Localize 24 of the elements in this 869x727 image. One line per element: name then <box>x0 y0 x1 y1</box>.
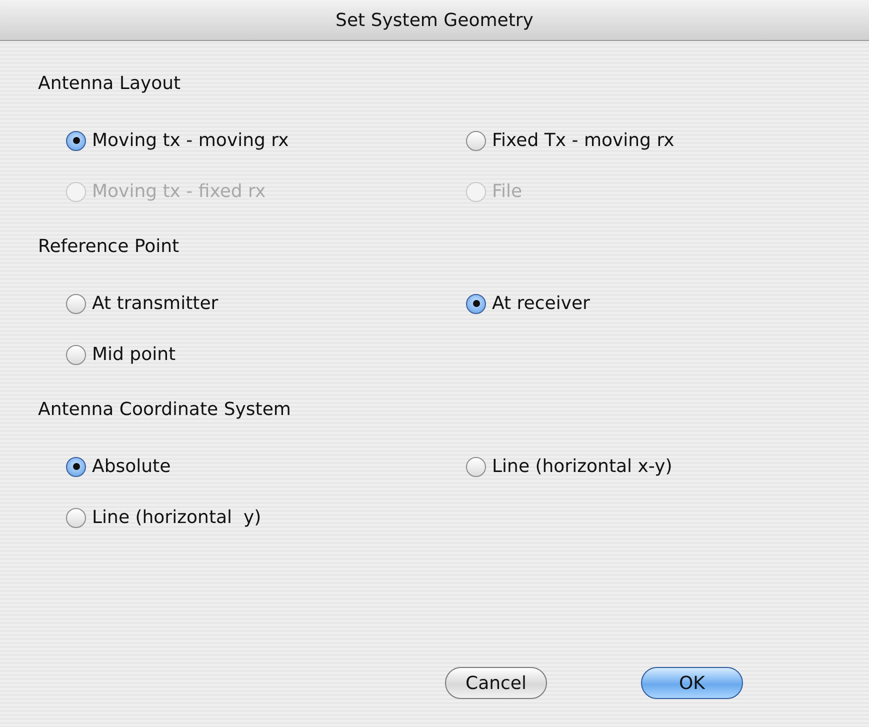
radio-label: Absolute <box>92 456 171 477</box>
radio-label: Mid point <box>92 344 176 365</box>
radio-label: File <box>492 181 522 202</box>
radio-button[interactable] <box>466 456 486 476</box>
radio-label: Line (horizontal y) <box>92 507 262 528</box>
section-label: Antenna Coordinate System <box>38 399 291 420</box>
radio-label: Moving tx - moving rx <box>92 130 289 151</box>
section-label: Antenna Layout <box>38 73 181 94</box>
radio-button[interactable] <box>66 456 86 476</box>
radio-label: At transmitter <box>92 293 218 314</box>
radio-label: Moving tx - fixed rx <box>92 181 266 202</box>
window-title: Set System Geometry <box>336 10 534 30</box>
radio-button[interactable] <box>66 508 86 528</box>
radio-label: Line (horizontal x-y) <box>492 456 672 477</box>
cancel-button[interactable]: Cancel <box>445 667 547 699</box>
radio-button[interactable] <box>66 130 86 150</box>
radio-label: At receiver <box>492 293 590 314</box>
ok-button[interactable]: OK <box>641 667 743 699</box>
radio-button[interactable] <box>66 294 86 314</box>
section-label: Reference Point <box>38 236 180 257</box>
radio-button[interactable] <box>466 294 486 314</box>
radio-button[interactable] <box>66 344 86 364</box>
radio-button[interactable] <box>466 130 486 150</box>
radio-label: Fixed Tx - moving rx <box>492 130 674 151</box>
